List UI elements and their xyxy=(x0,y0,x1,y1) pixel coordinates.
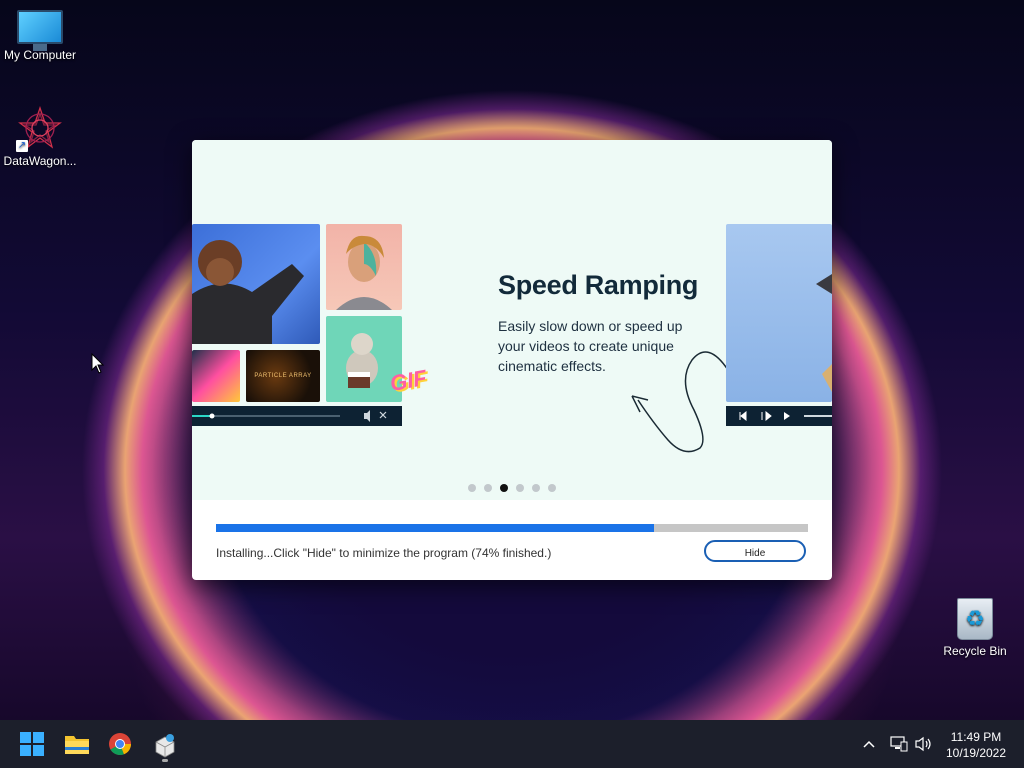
slide-title: Speed Ramping xyxy=(498,270,699,300)
slide-image-dancer xyxy=(192,224,320,344)
desktop-icon-my-computer[interactable]: My Computer xyxy=(0,10,80,62)
volume-icon[interactable] xyxy=(914,736,934,752)
desktop-icon-label: Recycle Bin xyxy=(943,644,1007,658)
taskbar: 11:49 PM 10/19/2022 xyxy=(0,720,1024,768)
mouse-cursor-icon xyxy=(91,353,105,374)
system-tray xyxy=(860,720,940,768)
hide-button[interactable]: Hide xyxy=(704,540,806,562)
install-progress-bar xyxy=(216,524,808,532)
install-progress-fill xyxy=(216,524,655,532)
carousel-dot-active[interactable] xyxy=(500,484,508,492)
install-status-text: Installing...Click "Hide" to minimize th… xyxy=(216,546,552,560)
slide-image-graphic xyxy=(192,350,240,402)
desktop-icon-label: DataWagon... xyxy=(3,154,77,168)
installer-app-icon[interactable] xyxy=(152,732,178,762)
datawagon-icon: ↗ xyxy=(16,105,62,152)
desktop-icon-datawagon[interactable]: ↗ DataWagon... xyxy=(0,105,80,168)
slide-image-next xyxy=(726,224,832,402)
carousel-dot[interactable] xyxy=(532,484,540,492)
video-player-bar-next xyxy=(726,406,832,426)
file-explorer-icon[interactable] xyxy=(64,732,90,756)
clock-date: 10/19/2022 xyxy=(945,746,1007,760)
desktop-icon-recycle-bin[interactable]: ♻ Recycle Bin xyxy=(935,598,1015,658)
carousel-dot[interactable] xyxy=(484,484,492,492)
slide-image-face-paint xyxy=(326,224,402,310)
computer-icon xyxy=(17,10,63,51)
installer-window: GIF PARTICLE ARRAY Speed Ramping Easily … xyxy=(192,140,832,580)
feature-slide: GIF PARTICLE ARRAY Speed Ramping Easily … xyxy=(192,140,832,500)
start-icon[interactable] xyxy=(20,732,46,756)
carousel-dot[interactable] xyxy=(516,484,524,492)
decorative-arrow-icon xyxy=(631,351,729,453)
chrome-icon[interactable] xyxy=(108,732,134,756)
card-text: PARTICLE ARRAY xyxy=(254,373,312,379)
carousel-dot[interactable] xyxy=(468,484,476,492)
slide-image-particles: PARTICLE ARRAY xyxy=(246,350,320,402)
chevron-up-icon[interactable] xyxy=(862,738,876,750)
taskbar-clock[interactable]: 11:49 PM 10/19/2022 xyxy=(938,729,1014,761)
network-icon[interactable] xyxy=(890,736,908,752)
sticker-text: GIF xyxy=(388,365,429,397)
video-player-bar xyxy=(192,406,402,426)
carousel-dots xyxy=(468,484,556,492)
recycle-bin-icon: ♻ xyxy=(957,598,993,640)
running-indicator xyxy=(162,759,168,762)
clock-time: 11:49 PM xyxy=(950,730,1002,744)
shortcut-arrow-icon: ↗ xyxy=(16,140,28,152)
carousel-dot[interactable] xyxy=(548,484,556,492)
